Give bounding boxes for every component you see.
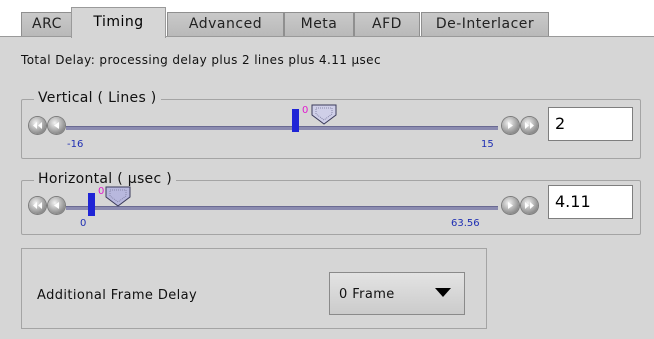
tab-de-interlacer[interactable]: De-Interlacer bbox=[421, 12, 549, 36]
tab-meta[interactable]: Meta bbox=[284, 12, 354, 36]
tab-timing[interactable]: Timing bbox=[71, 7, 166, 38]
horizontal-slider-thumb[interactable] bbox=[105, 186, 131, 207]
vertical-group-title: Vertical ( Lines ) bbox=[34, 90, 161, 106]
timing-panel: ARC Timing Advanced Meta AFD De-Interlac… bbox=[0, 0, 654, 339]
double-left-arrow-icon bbox=[33, 122, 42, 129]
horizontal-zero-marker bbox=[88, 193, 95, 216]
tab-bar: ARC Timing Advanced Meta AFD De-Interlac… bbox=[0, 0, 654, 38]
horizontal-zero-label: 0 bbox=[98, 186, 105, 197]
left-arrow-icon bbox=[54, 122, 59, 129]
vertical-max-label: 15 bbox=[481, 139, 494, 150]
horizontal-max-label: 63.56 bbox=[451, 218, 480, 229]
horizontal-step-back-button[interactable] bbox=[29, 197, 46, 214]
double-right-arrow-icon bbox=[525, 122, 534, 129]
vertical-step-forward-button[interactable] bbox=[521, 117, 538, 134]
horizontal-step-forward-button[interactable] bbox=[521, 197, 538, 214]
horizontal-step-forward-one-button[interactable] bbox=[502, 197, 519, 214]
vertical-zero-label: 0 bbox=[302, 105, 309, 116]
double-right-arrow-icon bbox=[525, 202, 534, 209]
frame-delay-box: Additional Frame Delay 0 Frame bbox=[21, 248, 487, 329]
vertical-step-back-button[interactable] bbox=[29, 117, 46, 134]
frame-delay-label: Additional Frame Delay bbox=[37, 288, 198, 303]
vertical-min-label: -16 bbox=[67, 139, 84, 150]
caret-down-icon bbox=[435, 288, 451, 297]
total-delay-text: Total Delay: processing delay plus 2 lin… bbox=[21, 53, 381, 67]
vertical-value-field[interactable]: 2 bbox=[548, 107, 633, 141]
right-arrow-icon bbox=[508, 202, 513, 209]
vertical-step-forward-one-button[interactable] bbox=[502, 117, 519, 134]
vertical-zero-marker bbox=[292, 109, 299, 132]
vertical-slider-track[interactable] bbox=[66, 126, 498, 130]
tab-afd[interactable]: AFD bbox=[354, 12, 420, 36]
right-arrow-icon bbox=[508, 122, 513, 129]
tab-arc[interactable]: ARC bbox=[21, 12, 73, 36]
vertical-step-back-one-button[interactable] bbox=[48, 117, 65, 134]
frame-delay-selected: 0 Frame bbox=[339, 287, 395, 302]
horizontal-group-title: Horizontal ( μsec ) bbox=[34, 171, 176, 187]
horizontal-min-label: 0 bbox=[80, 218, 87, 229]
tab-advanced[interactable]: Advanced bbox=[167, 12, 284, 36]
frame-delay-dropdown[interactable]: 0 Frame bbox=[329, 272, 465, 315]
left-arrow-icon bbox=[54, 202, 59, 209]
horizontal-value-field[interactable]: 4.11 bbox=[548, 185, 633, 219]
horizontal-group: Horizontal ( μsec ) 0 63.56 0 4.11 bbox=[21, 171, 641, 235]
double-left-arrow-icon bbox=[33, 202, 42, 209]
vertical-group: Vertical ( Lines ) -16 15 0 2 bbox=[21, 90, 641, 159]
horizontal-step-back-one-button[interactable] bbox=[48, 197, 65, 214]
vertical-slider-thumb[interactable] bbox=[311, 104, 337, 125]
